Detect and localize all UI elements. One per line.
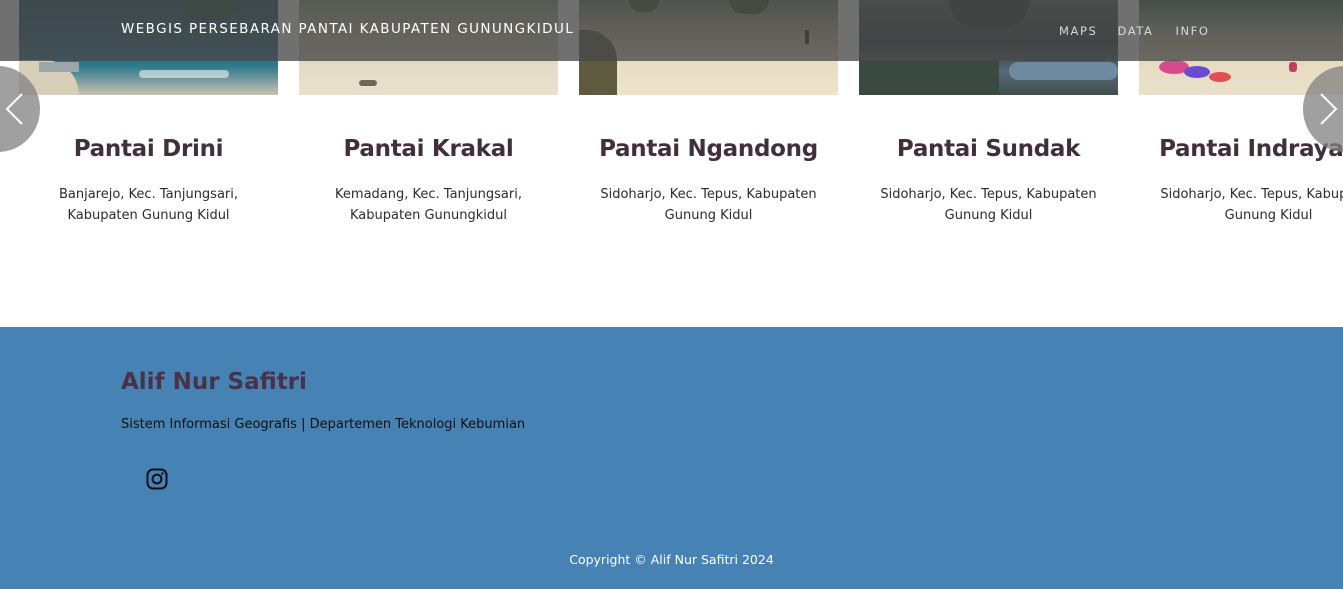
beach-address: Kemadang, Kec. Tanjungsari, Kabupaten Gu…	[335, 187, 522, 223]
nav-menu: MAPS DATA INFO	[1059, 24, 1210, 38]
top-navbar: WEBGIS PERSEBARAN PANTAI KABUPATEN GUNUN…	[0, 0, 1343, 61]
footer-author-name: Alif Nur Safitri	[121, 369, 307, 395]
beach-title: Pantai Sundak	[896, 136, 1081, 162]
beach-title: Pantai Ngandong	[599, 136, 818, 162]
beach-title: Pantai Indrayanti	[1159, 136, 1343, 162]
chevron-right-icon	[1320, 93, 1338, 125]
nav-link-info[interactable]: INFO	[1175, 24, 1209, 38]
instagram-icon	[146, 468, 168, 490]
page: Pantai Drini Banjarejo, Kec. Tanjungsari…	[0, 0, 1343, 589]
beach-title: Pantai Drini	[73, 136, 224, 162]
beach-address: Sidoharjo, Kec. Tepus, Kabupaten Gunung …	[1160, 187, 1343, 223]
chevron-left-icon	[5, 93, 23, 125]
instagram-button[interactable]	[121, 453, 191, 505]
beach-address: Sidoharjo, Kec. Tepus, Kabupaten Gunung …	[880, 187, 1097, 223]
footer: Alif Nur Safitri Sistem Informasi Geogra…	[0, 327, 1343, 589]
beach-address: Banjarejo, Kec. Tanjungsari, Kabupaten G…	[58, 187, 239, 223]
site-brand[interactable]: WEBGIS PERSEBARAN PANTAI KABUPATEN GUNUN…	[121, 21, 574, 37]
beach-address: Sidoharjo, Kec. Tepus, Kabupaten Gunung …	[600, 187, 817, 223]
nav-link-maps[interactable]: MAPS	[1059, 24, 1097, 38]
nav-link-data[interactable]: DATA	[1117, 24, 1153, 38]
footer-description: Sistem Informasi Geografis | Departemen …	[121, 417, 526, 432]
copyright-text: Copyright © Alif Nur Safitri 2024	[569, 552, 774, 567]
beach-title: Pantai Krakal	[343, 136, 514, 162]
